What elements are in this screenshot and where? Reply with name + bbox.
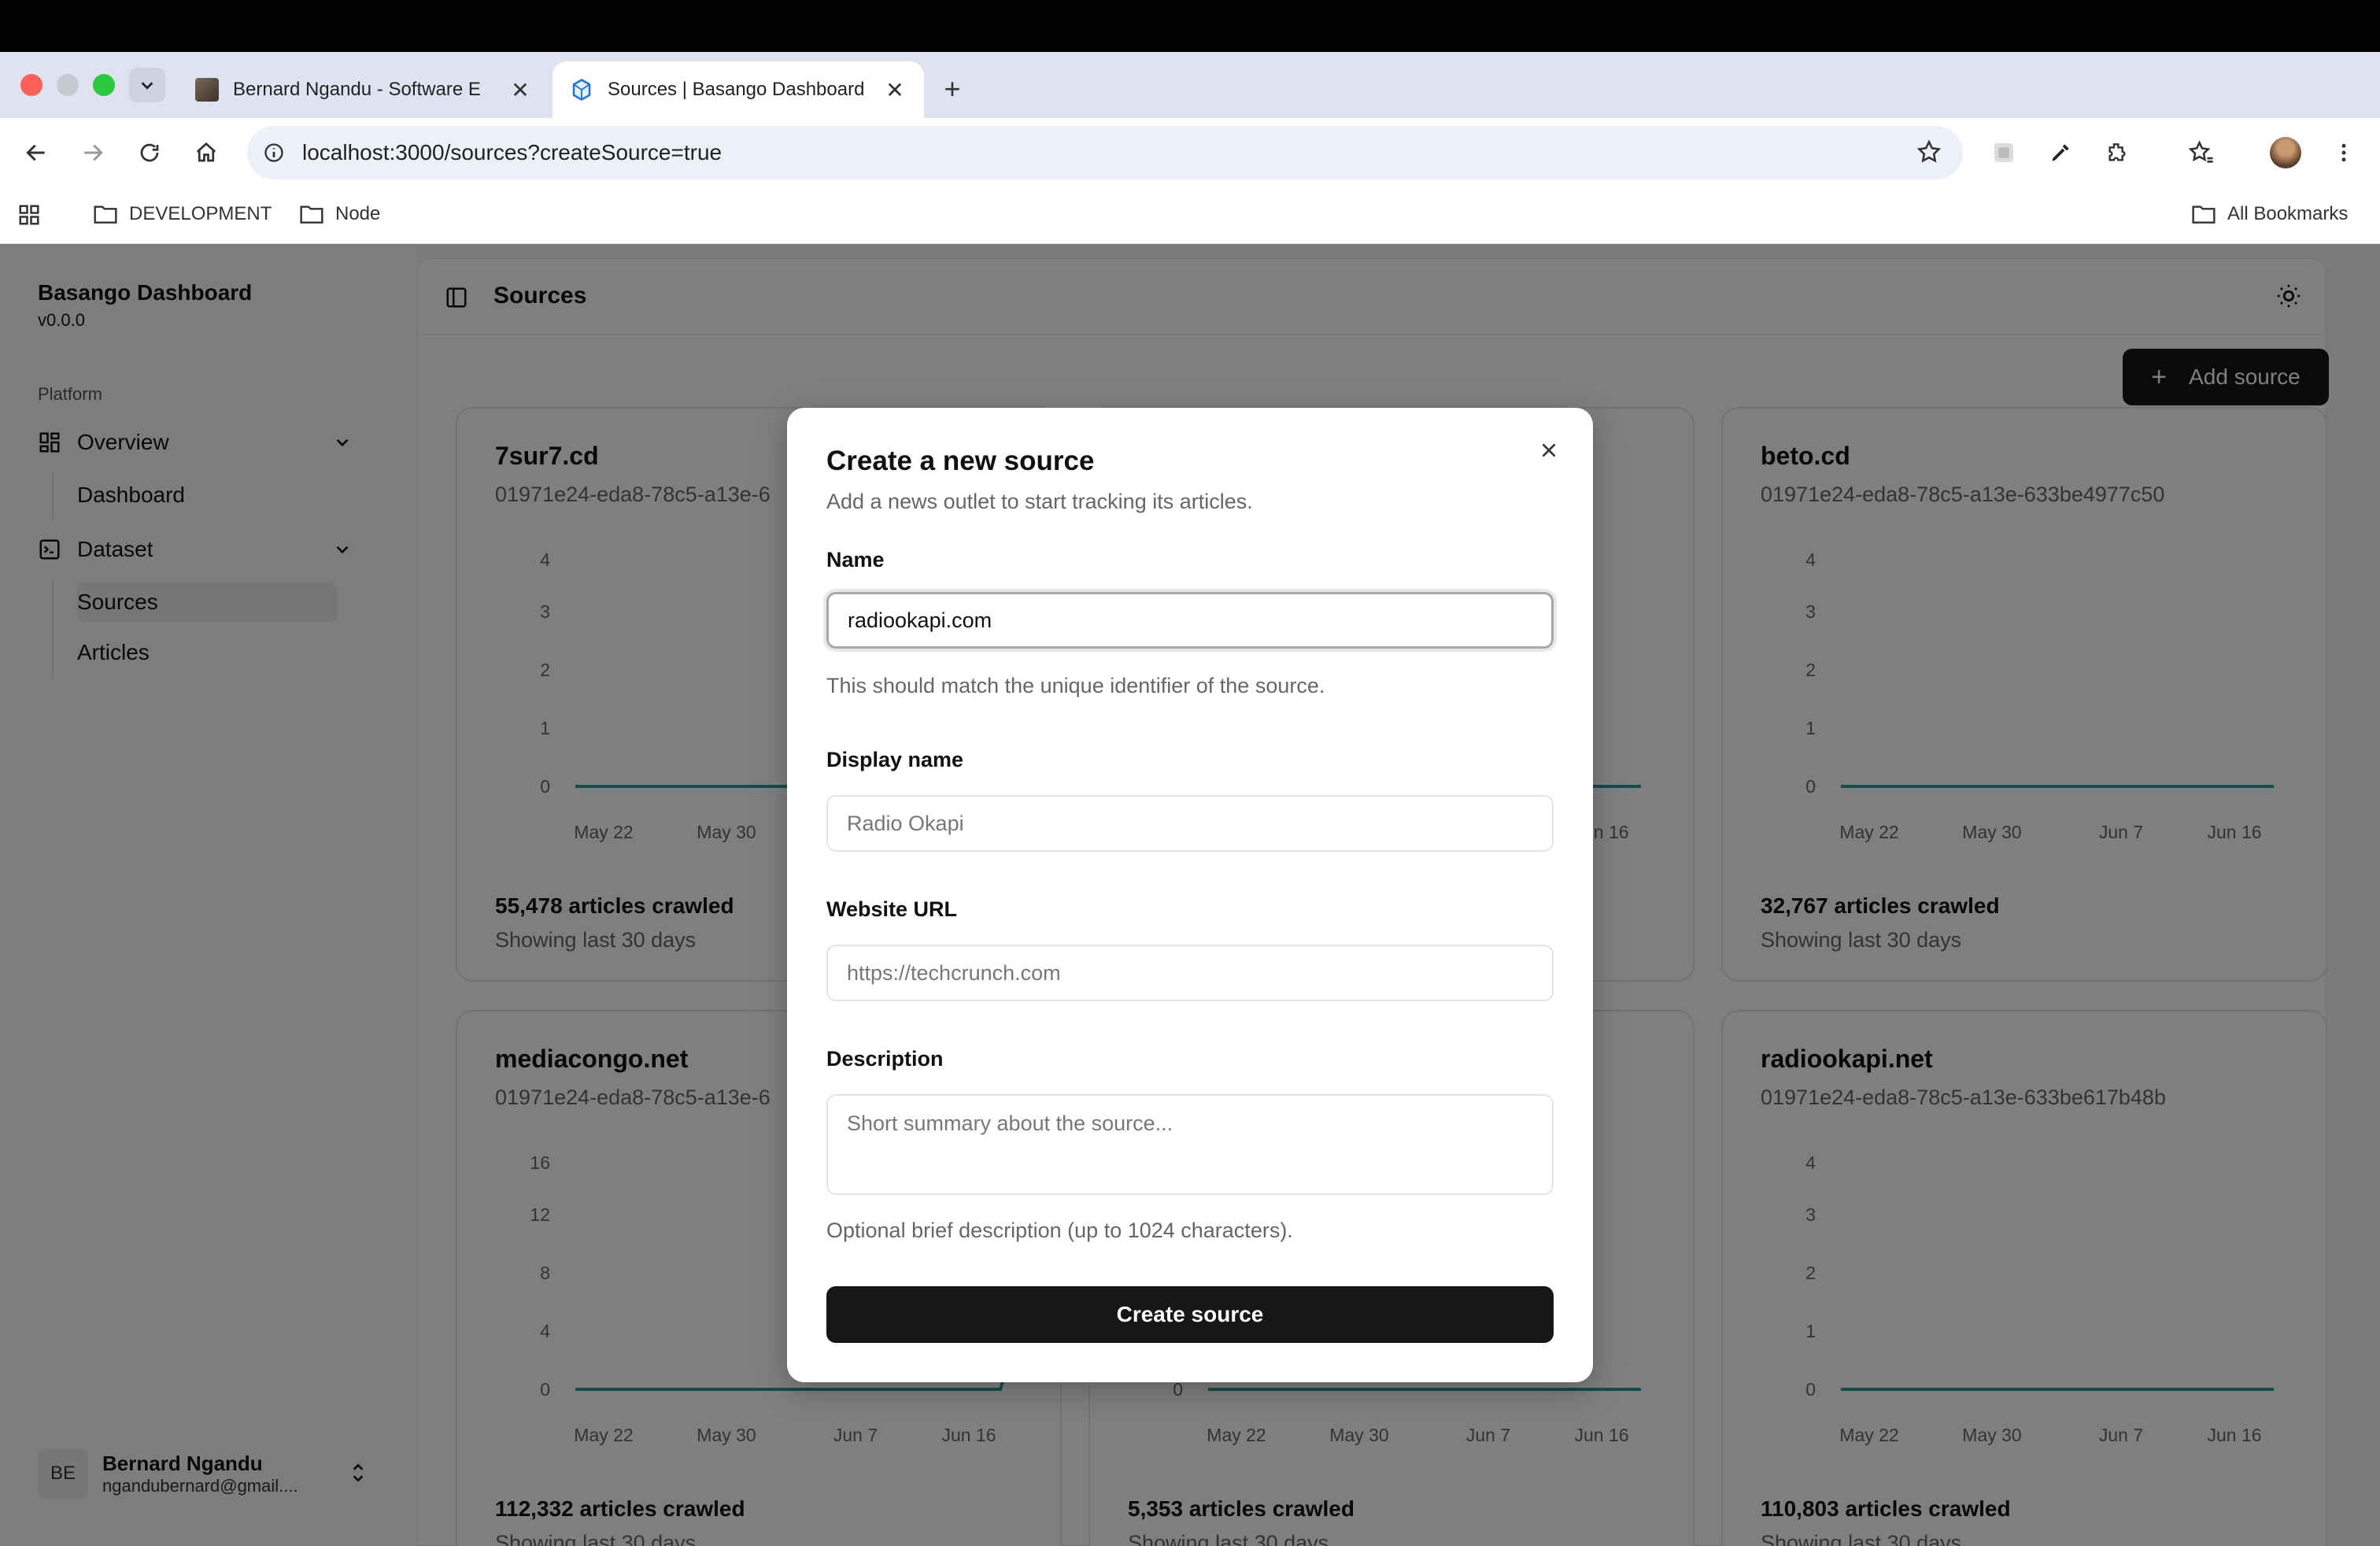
bookmark-label: Node xyxy=(335,203,381,224)
bookmark-folder-development[interactable]: DEVELOPMENT xyxy=(93,203,272,225)
browser-toolbar: localhost:3000/sources?createSource=true xyxy=(0,118,2380,187)
forward-button[interactable] xyxy=(74,134,112,172)
chevron-down-icon xyxy=(141,82,153,90)
maximize-window-button[interactable] xyxy=(93,74,115,96)
close-icon xyxy=(1542,443,1556,457)
info-icon xyxy=(264,143,283,162)
bookmark-star-icon[interactable] xyxy=(1916,139,1942,165)
cube-favicon-icon xyxy=(572,79,591,101)
website-url-label: Website URL xyxy=(826,897,958,921)
browser-tab-sources[interactable]: Sources | Basango Dashboard ✕ xyxy=(552,61,924,118)
description-textarea[interactable] xyxy=(826,1094,1554,1195)
all-bookmarks-button[interactable]: All Bookmarks xyxy=(2191,203,2348,225)
description-label: Description xyxy=(826,1047,944,1071)
reload-icon xyxy=(140,143,159,162)
arrow-right-icon xyxy=(84,144,103,161)
apps-grid-icon[interactable] xyxy=(17,203,52,227)
dialog-description: Add a news outlet to start tracking its … xyxy=(826,490,1253,513)
new-tab-button[interactable]: + xyxy=(937,72,968,105)
folder-icon xyxy=(300,205,323,224)
screen-top-bar xyxy=(0,0,2380,52)
extension-grid-icon[interactable] xyxy=(1985,134,2023,172)
extensions-puzzle-icon[interactable] xyxy=(2098,134,2136,172)
tab-search-button[interactable] xyxy=(129,68,165,102)
close-icon[interactable]: ✕ xyxy=(883,77,907,103)
browser-tab-profile[interactable]: Bernard Ngandu - Software E ✕ xyxy=(178,61,549,118)
folder-icon xyxy=(2192,205,2216,224)
tab-title: Bernard Ngandu - Software E xyxy=(233,79,481,100)
browser-tab-bar: Bernard Ngandu - Software E ✕ Sources | … xyxy=(0,52,2380,118)
name-input[interactable] xyxy=(826,592,1554,649)
address-bar[interactable]: localhost:3000/sources?createSource=true xyxy=(247,126,1963,179)
display-name-label: Display name xyxy=(826,748,964,771)
name-hint: This should match the unique identifier … xyxy=(826,674,1325,697)
reading-list-icon[interactable] xyxy=(2182,134,2219,172)
display-name-input[interactable] xyxy=(826,795,1554,852)
folder-icon xyxy=(94,205,117,224)
eyedropper-icon[interactable] xyxy=(2042,134,2079,172)
arrow-left-icon xyxy=(26,144,45,161)
minimize-window-button[interactable] xyxy=(57,74,79,96)
bookmark-label: DEVELOPMENT xyxy=(129,203,272,224)
url-text: localhost:3000/sources?createSource=true xyxy=(302,140,722,165)
name-label: Name xyxy=(826,548,885,571)
home-icon xyxy=(196,142,216,162)
back-button[interactable] xyxy=(17,134,55,172)
reload-button[interactable] xyxy=(131,134,168,172)
website-url-input[interactable] xyxy=(826,945,1554,1001)
bookmarks-bar: DEVELOPMENT Node All Bookmarks xyxy=(0,187,2380,244)
description-hint: Optional brief description (up to 1024 c… xyxy=(826,1219,1293,1242)
profile-avatar[interactable] xyxy=(2267,134,2304,172)
create-source-dialog: Create a new source Add a news outlet to… xyxy=(787,408,1593,1382)
close-window-button[interactable] xyxy=(20,74,42,96)
tab-title: Sources | Basango Dashboard xyxy=(608,79,865,100)
home-button[interactable] xyxy=(187,134,225,172)
dialog-title: Create a new source xyxy=(826,446,1095,476)
create-source-button[interactable]: Create source xyxy=(826,1286,1554,1343)
bookmark-folder-node[interactable]: Node xyxy=(299,203,380,225)
close-icon[interactable]: ✕ xyxy=(508,77,532,103)
close-dialog-button[interactable] xyxy=(1533,435,1565,466)
profile-favicon-icon xyxy=(195,78,219,102)
more-vertical-icon[interactable] xyxy=(2325,134,2363,172)
bookmark-label: All Bookmarks xyxy=(2227,203,2349,224)
